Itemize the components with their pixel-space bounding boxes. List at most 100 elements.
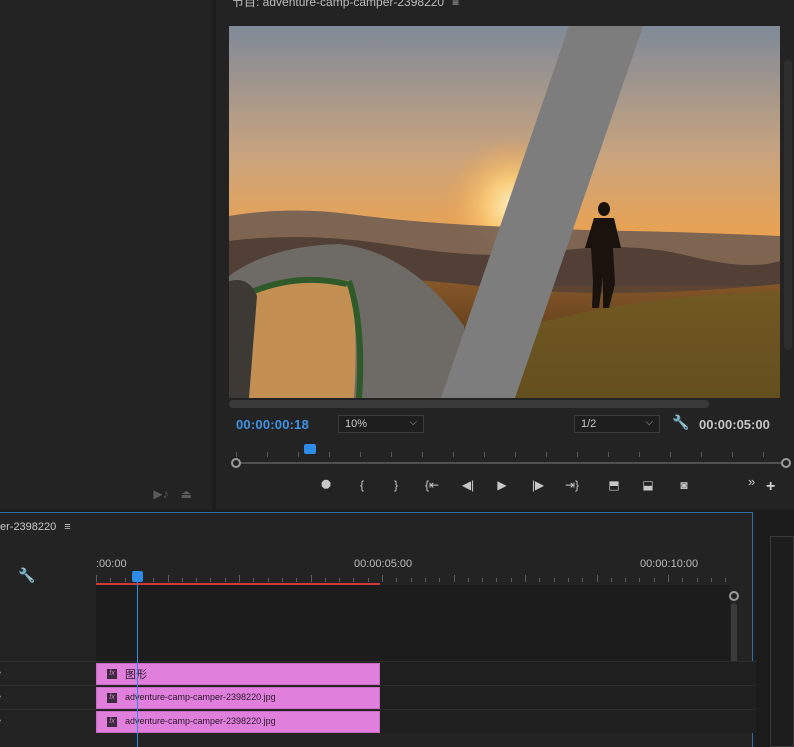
chevron-down-icon: ⌵ bbox=[645, 417, 653, 428]
ruler-tick bbox=[577, 452, 578, 457]
monitor-time-ruler[interactable] bbox=[236, 442, 784, 462]
ruler-tick bbox=[329, 452, 330, 457]
program-monitor: 节目: adventure-camp-camper-2398220 ≡ 00:0… bbox=[216, 0, 794, 509]
ruler-tick bbox=[210, 578, 212, 582]
ruler-label: :00:00 bbox=[96, 558, 127, 570]
scrub-end-handle[interactable] bbox=[781, 458, 791, 468]
track-expand-icon[interactable]: › bbox=[0, 667, 1, 678]
timeline-vertical-scrollbar[interactable] bbox=[729, 591, 739, 671]
ruler-tick bbox=[267, 452, 268, 457]
ruler-tick bbox=[310, 575, 312, 582]
ruler-tick bbox=[196, 578, 198, 582]
ruler-tick bbox=[682, 578, 684, 582]
track-v1: › fx adventure-camp-camper-2398220.jpg bbox=[0, 709, 760, 734]
ruler-tick bbox=[396, 578, 398, 582]
ruler-tick bbox=[696, 578, 698, 582]
program-monitor-title[interactable]: 节目: adventure-camp-camper-2398220 ≡ bbox=[232, 0, 459, 10]
ruler-tick bbox=[625, 578, 627, 582]
ruler-tick bbox=[360, 452, 361, 457]
fx-badge-icon: fx bbox=[107, 669, 117, 679]
ruler-tick bbox=[439, 578, 441, 582]
button-editor-add-icon[interactable]: + bbox=[766, 478, 775, 496]
video-horizontal-scrollbar[interactable] bbox=[229, 400, 709, 408]
panel-menu-icon[interactable]: ≡ bbox=[64, 521, 70, 533]
program-title-text: 节目: adventure-camp-camper-2398220 bbox=[232, 0, 445, 9]
export-frame-icon[interactable]: ◙ bbox=[674, 478, 694, 492]
step-forward-icon[interactable]: |▶ bbox=[528, 478, 548, 492]
track-expand-icon[interactable]: › bbox=[0, 715, 1, 726]
audio-meter bbox=[770, 536, 794, 747]
audio-meter-panel bbox=[756, 512, 794, 747]
monitor-vertical-scrollbar[interactable] bbox=[784, 60, 792, 350]
ruler-tick bbox=[422, 452, 423, 457]
timeline-time-ruler[interactable]: :00:00 00:00:05:00 00:00:10:00 bbox=[96, 553, 727, 585]
add-marker-icon[interactable]: ⯃ bbox=[316, 478, 336, 493]
track-header[interactable]: › bbox=[0, 662, 96, 686]
monitor-playhead[interactable] bbox=[304, 444, 316, 454]
ruler-tick bbox=[670, 452, 671, 457]
ruler-tick bbox=[668, 575, 669, 582]
sequence-tab[interactable]: er-2398220 ≡ bbox=[0, 521, 71, 533]
go-to-in-icon[interactable]: {⇤ bbox=[422, 478, 442, 492]
play-icon[interactable]: ▶ bbox=[492, 478, 512, 492]
ruler-tick bbox=[467, 578, 469, 582]
empty-track-area[interactable] bbox=[96, 585, 730, 661]
scroll-handle[interactable] bbox=[729, 591, 739, 601]
ruler-tick bbox=[582, 578, 584, 582]
source-panel: ▶♪ ⏏ bbox=[0, 0, 212, 509]
ruler-tick bbox=[224, 578, 226, 582]
scroll-bar[interactable] bbox=[731, 603, 737, 667]
playhead-timecode[interactable]: 00:00:00:18 bbox=[236, 417, 309, 432]
step-back-icon[interactable]: ◀| bbox=[458, 478, 478, 492]
lift-icon[interactable]: ⬒ bbox=[604, 478, 624, 492]
track-header[interactable]: › bbox=[0, 686, 96, 710]
ruler-label: 00:00:10:00 bbox=[640, 558, 699, 570]
ruler-tick bbox=[453, 575, 455, 582]
ruler-label: 00:00:05:00 bbox=[354, 558, 413, 570]
ruler-tick bbox=[567, 578, 569, 582]
chevron-down-icon: ⌵ bbox=[409, 417, 417, 428]
ruler-tick bbox=[546, 452, 547, 457]
timeline-settings-wrench-icon[interactable]: 🔧 bbox=[18, 567, 35, 584]
duration-timecode: 00:00:05:00 bbox=[699, 417, 770, 432]
ruler-tick bbox=[710, 578, 712, 582]
monitor-scrub-bar[interactable] bbox=[236, 462, 786, 464]
track-expand-icon[interactable]: › bbox=[0, 691, 1, 702]
graphic-clip[interactable]: fx 图形 bbox=[96, 663, 380, 685]
playhead-line bbox=[137, 579, 138, 747]
ruler-tick bbox=[110, 578, 112, 582]
ruler-tick bbox=[367, 578, 369, 582]
mark-out-icon[interactable]: } bbox=[386, 478, 406, 492]
ruler-tick bbox=[281, 578, 283, 582]
ruler-tick bbox=[596, 575, 598, 582]
ruler-tick bbox=[296, 578, 298, 582]
image-clip[interactable]: fx adventure-camp-camper-2398220.jpg bbox=[96, 687, 380, 709]
ruler-tick bbox=[96, 575, 97, 582]
zoom-level-dropdown[interactable]: 10% ⌵ bbox=[338, 415, 424, 433]
ruler-tick bbox=[181, 578, 183, 582]
ruler-tick bbox=[510, 578, 512, 582]
image-clip[interactable]: fx adventure-camp-camper-2398220.jpg bbox=[96, 711, 380, 733]
ruler-tick bbox=[496, 578, 498, 582]
ruler-tick bbox=[539, 578, 541, 582]
video-preview[interactable] bbox=[229, 26, 780, 398]
clip-name: adventure-camp-camper-2398220.jpg bbox=[125, 692, 276, 702]
ruler-tick bbox=[239, 575, 240, 582]
settings-wrench-icon[interactable]: 🔧 bbox=[672, 414, 689, 431]
button-editor-overflow-icon[interactable]: » bbox=[748, 474, 755, 489]
go-to-out-icon[interactable]: ⇥} bbox=[562, 478, 582, 492]
audio-only-icon[interactable]: ▶♪ bbox=[153, 487, 168, 501]
extract-icon[interactable]: ⬓ bbox=[638, 478, 658, 492]
panel-menu-icon[interactable]: ≡ bbox=[452, 0, 459, 9]
export-icon[interactable]: ⏏ bbox=[181, 487, 192, 501]
track-header[interactable]: › bbox=[0, 710, 96, 734]
track-v3: › fx 图形 bbox=[0, 661, 760, 686]
scrub-start-handle[interactable] bbox=[231, 458, 241, 468]
ruler-tick bbox=[267, 578, 269, 582]
ruler-tick bbox=[553, 578, 555, 582]
playback-resolution-dropdown[interactable]: 1/2 ⌵ bbox=[574, 415, 660, 433]
fx-badge-icon: fx bbox=[107, 693, 117, 703]
ruler-tick bbox=[525, 575, 526, 582]
clip-name: adventure-camp-camper-2398220.jpg bbox=[125, 716, 276, 726]
mark-in-icon[interactable]: { bbox=[352, 478, 372, 492]
